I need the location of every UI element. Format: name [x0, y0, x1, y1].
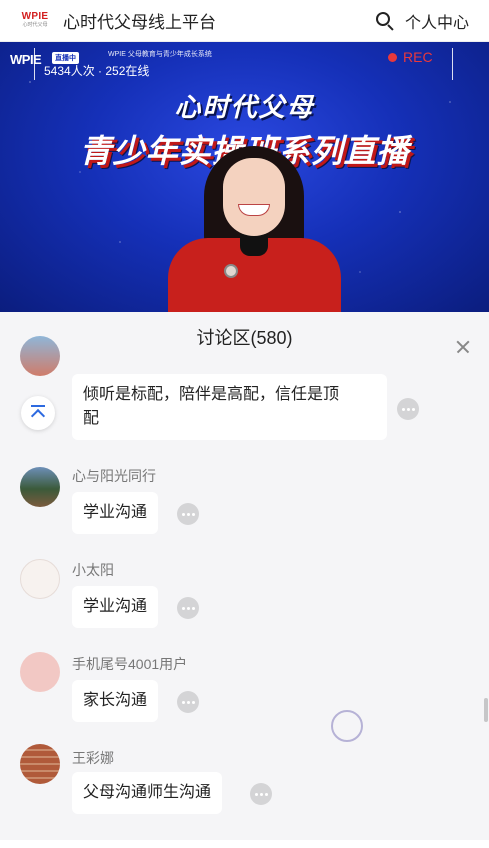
banner-title: 心时代父母: [174, 92, 315, 122]
personal-center-link[interactable]: 个人中心: [405, 9, 469, 33]
more-horizontal-icon[interactable]: [250, 783, 272, 805]
more-horizontal-icon[interactable]: [177, 691, 199, 713]
message-bubble: 学业沟通: [72, 586, 159, 628]
loading-ring-icon: [331, 710, 363, 742]
message-bubble: 家长沟通: [72, 680, 159, 722]
app-title: 心时代父母线上平台: [63, 13, 216, 32]
user-avatar[interactable]: [20, 744, 60, 784]
message-bubble: 倾听是标配，陪伴是高配，信任是顶 配: [72, 374, 387, 440]
live-video-player[interactable]: WPIE 直播中 WPIE 父母教育与青少年成长系统 5434人次 · 252在…: [0, 42, 489, 312]
message-bubble: 父母沟通师生沟通: [72, 772, 223, 814]
message-username: 手机尾号4001用户: [72, 656, 188, 672]
top-header: WPIE 心时代父母 心时代父母线上平台 个人中心: [0, 0, 489, 42]
logo-subtext: 心时代父母: [22, 22, 48, 28]
frame-corner: [34, 48, 46, 80]
scroll-to-top-button[interactable]: [21, 396, 55, 430]
app-logo[interactable]: WPIE 心时代父母: [18, 8, 52, 34]
user-avatar[interactable]: [20, 652, 60, 692]
message-text: 学业沟通: [83, 598, 148, 615]
discussion-panel: 讨论区(580) 倾听是标配，陪伴是高配，信任是顶 配 心与阳光同行 学业沟通 …: [0, 312, 489, 848]
rec-label: REC: [403, 49, 433, 65]
rec-indicator: REC: [388, 49, 433, 65]
message-username: 王彩娜: [72, 750, 114, 766]
logo-text: WPIE: [21, 11, 49, 22]
record-dot-icon: [388, 52, 397, 62]
close-icon[interactable]: [454, 338, 472, 356]
header-actions: 个人中心: [375, 9, 469, 33]
message-text: 倾听是标配，陪伴是高配，信任是顶: [83, 386, 340, 403]
search-icon[interactable]: [375, 11, 395, 31]
message-username: 心与阳光同行: [72, 468, 156, 484]
bottom-bar: [0, 840, 489, 848]
more-horizontal-icon[interactable]: [177, 503, 199, 525]
user-avatar[interactable]: [20, 467, 60, 507]
presenter-image: [168, 146, 341, 312]
more-horizontal-icon[interactable]: [397, 398, 419, 420]
message-username: 小太阳: [72, 562, 114, 578]
user-avatar[interactable]: [20, 559, 60, 599]
scrollbar-thumb[interactable]: [484, 698, 488, 722]
viewer-stats: 5434人次 · 252在线: [44, 64, 150, 78]
more-horizontal-icon[interactable]: [177, 597, 199, 619]
message-text: 配: [83, 410, 100, 427]
message-text: 家长沟通: [83, 692, 148, 709]
frame-corner: [452, 48, 464, 80]
message-text: 学业沟通: [83, 504, 148, 521]
message-text: 父母沟通师生沟通: [83, 784, 212, 801]
user-avatar[interactable]: [20, 336, 60, 376]
discussion-title: 讨论区(580): [196, 328, 293, 348]
message-bubble: 学业沟通: [72, 492, 159, 534]
video-org-name: WPIE 父母教育与青少年成长系统: [108, 51, 212, 58]
